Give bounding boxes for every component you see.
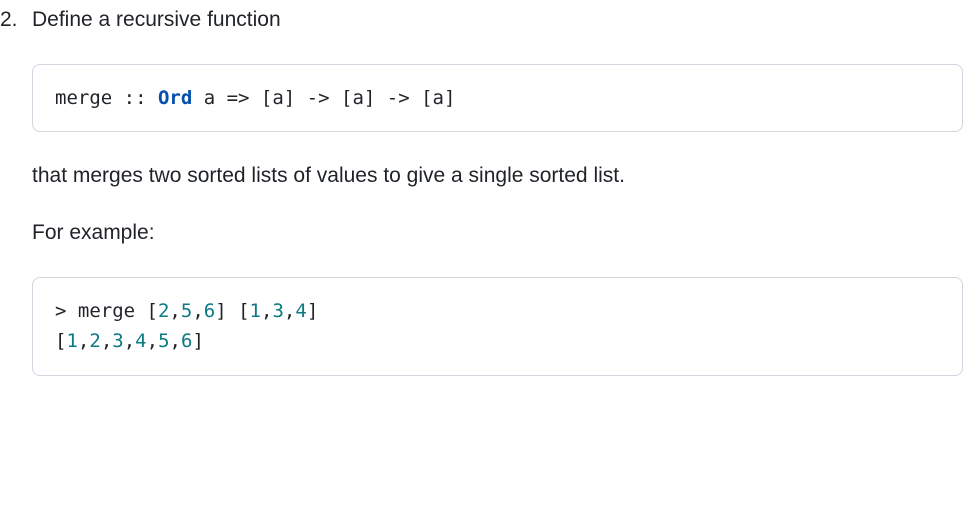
comma: , bbox=[192, 300, 203, 322]
question-description: that merges two sorted lists of values t… bbox=[32, 160, 963, 192]
num: 3 bbox=[272, 300, 283, 322]
num: 3 bbox=[112, 330, 123, 352]
comma: , bbox=[169, 300, 180, 322]
example-input-line: > merge [2,5,6] [1,3,4] bbox=[55, 296, 940, 326]
question-intro: Define a recursive function bbox=[32, 4, 963, 36]
num: 2 bbox=[89, 330, 100, 352]
num: 2 bbox=[158, 300, 169, 322]
type-signature-line: merge :: Ord a => [a] -> [a] -> [a] bbox=[55, 83, 940, 113]
type-rest: a => [a] -> [a] -> [a] bbox=[192, 87, 455, 109]
bracket-sep: ] [ bbox=[215, 300, 249, 322]
bracket-close: ] bbox=[307, 300, 318, 322]
comma: , bbox=[284, 300, 295, 322]
comma: , bbox=[101, 330, 112, 352]
double-colon: :: bbox=[124, 87, 158, 109]
num: 1 bbox=[66, 330, 77, 352]
typeclass: Ord bbox=[158, 87, 192, 109]
comma: , bbox=[147, 330, 158, 352]
num: 1 bbox=[250, 300, 261, 322]
question-content: Define a recursive function bbox=[32, 4, 963, 36]
example-block: > merge [2,5,6] [1,3,4] [1,2,3,4,5,6] bbox=[32, 277, 963, 376]
num: 6 bbox=[204, 300, 215, 322]
example-label: For example: bbox=[32, 217, 963, 249]
question-number: 2. bbox=[0, 8, 32, 32]
num: 5 bbox=[158, 330, 169, 352]
comma: , bbox=[124, 330, 135, 352]
num: 4 bbox=[295, 300, 306, 322]
comma: , bbox=[78, 330, 89, 352]
bracket-open: [ bbox=[55, 330, 66, 352]
repl-prompt: > merge [ bbox=[55, 300, 158, 322]
example-output-line: [1,2,3,4,5,6] bbox=[55, 326, 940, 356]
question-row: 2. Define a recursive function bbox=[0, 0, 963, 36]
num: 6 bbox=[181, 330, 192, 352]
comma: , bbox=[261, 300, 272, 322]
num: 5 bbox=[181, 300, 192, 322]
num: 4 bbox=[135, 330, 146, 352]
fn-name: merge bbox=[55, 87, 124, 109]
comma: , bbox=[170, 330, 181, 352]
type-signature-block: merge :: Ord a => [a] -> [a] -> [a] bbox=[32, 64, 963, 132]
bracket-close: ] bbox=[192, 330, 203, 352]
